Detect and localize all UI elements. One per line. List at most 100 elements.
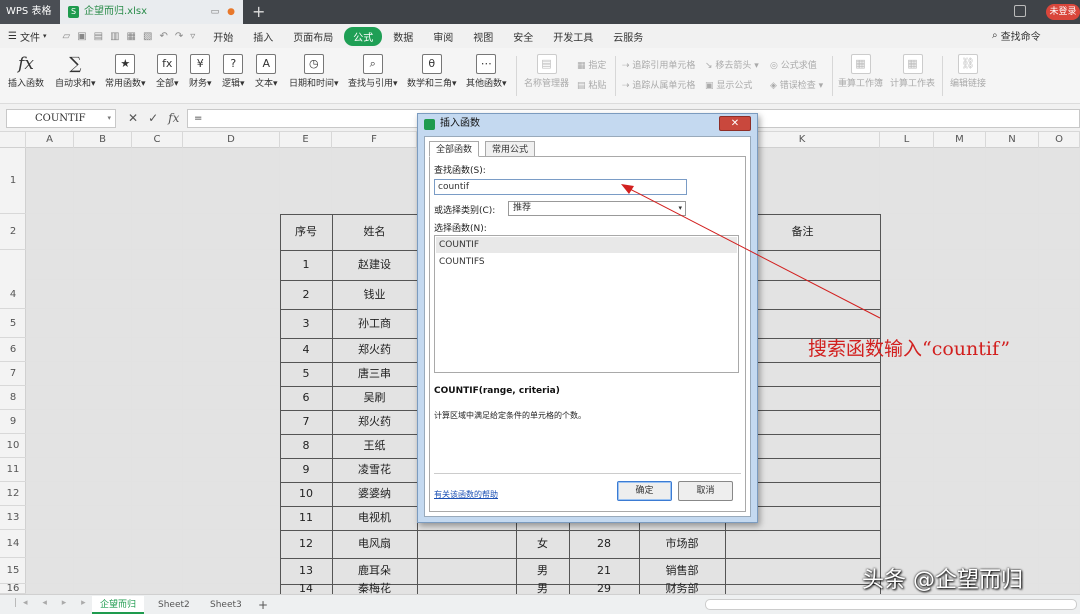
row-header[interactable]: 7 bbox=[0, 362, 26, 386]
list-item[interactable]: COUNTIF bbox=[436, 237, 737, 253]
logic-functions-button[interactable]: ? 逻辑▾ bbox=[222, 52, 245, 90]
column-header[interactable]: L bbox=[880, 132, 934, 148]
format-painter-icon[interactable]: ▧ bbox=[143, 31, 152, 42]
name-box[interactable]: COUNTIF ▾ bbox=[6, 109, 116, 128]
column-header[interactable]: N bbox=[986, 132, 1039, 148]
menu-data[interactable]: 数据 bbox=[384, 27, 422, 46]
row-header[interactable]: 6 bbox=[0, 338, 26, 362]
function-list[interactable]: COUNTIF COUNTIFS bbox=[434, 235, 739, 373]
chevron-down-icon[interactable]: ▾ bbox=[107, 110, 111, 127]
undo-icon[interactable]: ↶ bbox=[159, 31, 167, 42]
math-functions-button[interactable]: θ 数学和三角▾ bbox=[407, 52, 457, 90]
redo-icon[interactable]: ↷ bbox=[175, 31, 183, 42]
insert-function-button[interactable]: fx 插入函数 bbox=[8, 52, 44, 90]
dialog-titlebar[interactable]: 插入函数 bbox=[418, 114, 757, 134]
error-check-button[interactable]: ◈ 错误检查 ▾ bbox=[770, 78, 823, 91]
formula-evaluate-button[interactable]: ◎ 公式求值 bbox=[770, 58, 817, 71]
column-header[interactable]: F bbox=[332, 132, 417, 148]
row-header[interactable]: 1 bbox=[0, 148, 26, 214]
row-header[interactable]: 16 bbox=[0, 584, 26, 594]
new-tab-button[interactable]: + bbox=[252, 2, 265, 22]
row-header[interactable]: 11 bbox=[0, 458, 26, 482]
menu-developer[interactable]: 开发工具 bbox=[544, 27, 602, 46]
edit-links-button[interactable]: ⛓ 编辑链接 bbox=[950, 52, 986, 90]
menu-security[interactable]: 安全 bbox=[504, 27, 542, 46]
function-search-input[interactable]: countif bbox=[434, 179, 687, 195]
row-header[interactable]: 9 bbox=[0, 410, 26, 434]
login-button[interactable]: 未登录 bbox=[1046, 4, 1080, 20]
row-header[interactable]: 4 bbox=[0, 280, 26, 309]
file-tab[interactable]: S 企望而归.xlsx ▭ ● bbox=[60, 0, 243, 24]
lookup-functions-button[interactable]: ⌕ 查找与引用▾ bbox=[348, 52, 398, 90]
save-icon[interactable]: ▣ bbox=[77, 31, 86, 42]
sheet-tab-2[interactable]: Sheet2 bbox=[150, 596, 198, 614]
customize-icon[interactable]: ▿ bbox=[190, 31, 195, 42]
finance-functions-button[interactable]: ¥ 财务▾ bbox=[189, 52, 212, 90]
recalc-workbook-button[interactable]: ▦ 重算工作簿 bbox=[838, 52, 883, 90]
row-header[interactable]: 5 bbox=[0, 309, 26, 338]
menu-insert[interactable]: 插入 bbox=[244, 27, 282, 46]
help-link[interactable]: 有关该函数的帮助 bbox=[434, 489, 498, 500]
column-header[interactable]: A bbox=[26, 132, 74, 148]
menu-review[interactable]: 审阅 bbox=[424, 27, 462, 46]
cell-gender: 男 bbox=[537, 582, 548, 594]
trace-precedents-button[interactable]: ⇢ 追踪引用单元格 bbox=[622, 58, 695, 71]
menu-page-layout[interactable]: 页面布局 bbox=[284, 27, 342, 46]
fx-icon[interactable]: fx bbox=[168, 111, 179, 125]
calc-sheet-button[interactable]: ▦ 计算工作表 bbox=[890, 52, 935, 90]
menu-cloud[interactable]: 云服务 bbox=[604, 27, 652, 46]
category-select[interactable]: 推荐 ▾ bbox=[508, 201, 686, 216]
cancel-x-icon[interactable]: ✕ bbox=[128, 111, 138, 125]
autosum-button[interactable]: ∑ 自动求和▾ bbox=[55, 52, 96, 90]
window-restore-icon[interactable] bbox=[1014, 5, 1026, 17]
horizontal-scrollbar[interactable] bbox=[705, 599, 1077, 610]
column-header[interactable]: M bbox=[934, 132, 986, 148]
name-manager-button[interactable]: ▤ 名称管理器 bbox=[524, 52, 569, 90]
add-sheet-button[interactable]: + bbox=[250, 596, 276, 614]
ok-button[interactable]: 确定 bbox=[617, 481, 672, 501]
monitor-icon[interactable]: ▭ bbox=[211, 0, 220, 24]
cancel-button[interactable]: 取消 bbox=[678, 481, 733, 501]
row-header[interactable]: 13 bbox=[0, 506, 26, 530]
command-search[interactable]: ⌕ 查找命令 bbox=[992, 28, 1041, 43]
menu-formula[interactable]: 公式 bbox=[344, 26, 383, 46]
sheet-tab-active[interactable]: 企望而归 bbox=[92, 596, 145, 614]
text-functions-button[interactable]: A 文本▾ bbox=[255, 52, 278, 90]
confirm-check-icon[interactable]: ✓ bbox=[148, 111, 158, 125]
menu-view[interactable]: 视图 bbox=[464, 27, 502, 46]
column-header[interactable]: D bbox=[183, 132, 280, 148]
sheet-tab-3[interactable]: Sheet3 bbox=[202, 596, 250, 614]
app-tab[interactable]: WPS 表格 bbox=[0, 0, 60, 24]
row-header[interactable]: 15 bbox=[0, 558, 26, 584]
tab-common-formulas[interactable]: 常用公式 bbox=[485, 141, 536, 157]
row-header[interactable]: 2 bbox=[0, 214, 26, 250]
specify-button[interactable]: ▦ 指定 bbox=[577, 58, 606, 71]
preview-icon[interactable]: ▦ bbox=[127, 31, 136, 42]
open-icon[interactable]: ▱ bbox=[62, 31, 70, 42]
show-formula-button[interactable]: ▣ 显示公式 bbox=[705, 78, 752, 91]
file-menu[interactable]: ☰ 文件 ▾ bbox=[0, 29, 54, 44]
close-button[interactable]: ✕ bbox=[719, 116, 751, 131]
sheet-nav-arrows[interactable]: |◂ ◂ ▸ ▸| bbox=[14, 598, 101, 608]
column-header[interactable]: B bbox=[74, 132, 132, 148]
select-all-corner[interactable] bbox=[0, 132, 26, 148]
export-icon[interactable]: ▤ bbox=[94, 31, 103, 42]
trace-dependents-button[interactable]: ⇢ 追踪从属单元格 bbox=[622, 78, 695, 91]
column-header[interactable]: C bbox=[132, 132, 183, 148]
row-header[interactable]: 12 bbox=[0, 482, 26, 506]
column-header[interactable]: E bbox=[280, 132, 332, 148]
remove-arrows-button[interactable]: ↘ 移去箭头 ▾ bbox=[705, 58, 759, 71]
common-functions-button[interactable]: ★ 常用函数▾ bbox=[105, 52, 146, 90]
menu-start[interactable]: 开始 bbox=[204, 27, 242, 46]
row-header[interactable]: 14 bbox=[0, 530, 26, 558]
column-header[interactable]: O bbox=[1039, 132, 1080, 148]
row-header[interactable]: 8 bbox=[0, 386, 26, 410]
list-item[interactable]: COUNTIFS bbox=[436, 254, 737, 270]
tab-all-functions[interactable]: 全部函数 bbox=[429, 141, 480, 157]
row-header[interactable]: 10 bbox=[0, 434, 26, 458]
datetime-functions-button[interactable]: ◷ 日期和时间▾ bbox=[289, 52, 339, 90]
all-functions-button[interactable]: fx 全部▾ bbox=[156, 52, 179, 90]
paste-name-button[interactable]: ▤ 粘贴 bbox=[577, 78, 606, 91]
other-functions-button[interactable]: ⋯ 其他函数▾ bbox=[466, 52, 507, 90]
print-icon[interactable]: ▥ bbox=[110, 31, 119, 42]
